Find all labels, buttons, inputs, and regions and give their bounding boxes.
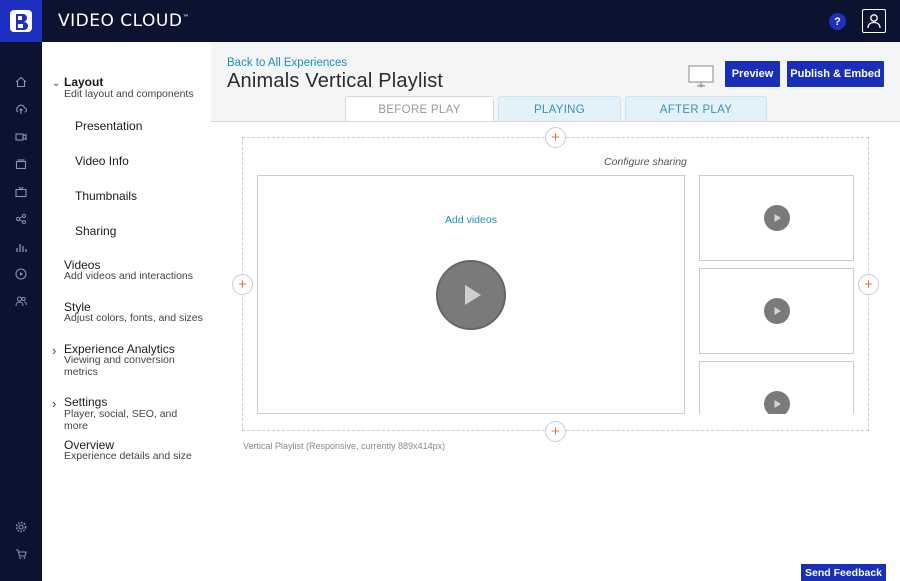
layout-size-caption: Vertical Playlist (Responsive, currently…: [243, 441, 446, 451]
nav-layout-description: Edit layout and components: [64, 88, 194, 100]
user-icon: [867, 14, 881, 29]
add-component-left-button[interactable]: +: [232, 274, 253, 295]
brightcove-logo[interactable]: [0, 0, 42, 42]
add-component-right-button[interactable]: +: [858, 274, 879, 295]
desktop-preview-icon[interactable]: [688, 65, 714, 89]
logo-icon: [10, 10, 32, 32]
help-button[interactable]: ?: [829, 13, 846, 30]
admin-gear-icon[interactable]: [14, 520, 28, 534]
playlist-thumbnail[interactable]: [699, 268, 854, 354]
nav-style-description: Adjust colors, fonts, and sizes: [64, 312, 203, 324]
playlist-thumbnail[interactable]: [699, 361, 854, 414]
social-icon[interactable]: [14, 212, 28, 226]
play-icon[interactable]: [436, 260, 506, 330]
nav-sharing[interactable]: Sharing: [75, 224, 116, 238]
send-feedback-button[interactable]: Send Feedback: [801, 564, 886, 581]
preview-button[interactable]: Preview: [725, 61, 780, 87]
nav-thumbnails[interactable]: Thumbnails: [75, 189, 137, 203]
add-component-bottom-button[interactable]: +: [545, 421, 566, 442]
tab-playing[interactable]: PLAYING: [498, 96, 621, 122]
nav-layout[interactable]: Layout: [64, 75, 103, 89]
tab-divider: [211, 121, 900, 122]
nav-overview-description: Experience details and size: [64, 450, 192, 462]
live-icon[interactable]: [14, 185, 28, 199]
chevron-down-icon: ⌄: [52, 78, 61, 89]
chevron-right-icon: ›: [52, 343, 57, 358]
module-rail: [0, 42, 42, 581]
nav-videos-description: Add videos and interactions: [64, 270, 193, 282]
nav-settings-description: Player, social, SEO, and more: [64, 408, 178, 432]
marketplace-cart-icon[interactable]: [14, 547, 28, 561]
nav-experience-analytics-description: Viewing and conversion metrics: [64, 354, 175, 378]
media-icon[interactable]: [14, 130, 28, 144]
tab-before-play[interactable]: BEFORE PLAY: [345, 96, 494, 122]
app-title: VIDEO CLOUD™: [58, 11, 190, 31]
back-to-experiences-link[interactable]: Back to All Experiences: [227, 57, 347, 69]
tab-after-play[interactable]: AFTER PLAY: [625, 96, 767, 122]
trademark-mark: ™: [182, 13, 190, 22]
configure-sharing-link[interactable]: Configure sharing: [604, 156, 687, 168]
user-account-button[interactable]: [862, 9, 886, 33]
players-icon[interactable]: [14, 267, 28, 281]
chevron-right-icon: ›: [52, 396, 57, 411]
page-title: Animals Vertical Playlist: [227, 70, 444, 92]
audience-icon[interactable]: [14, 294, 28, 308]
top-bar: VIDEO CLOUD™ ?: [0, 0, 900, 42]
home-icon[interactable]: [14, 75, 28, 89]
play-icon: [764, 205, 790, 231]
playlist-icon[interactable]: [14, 157, 28, 171]
play-icon: [764, 391, 790, 414]
upload-icon[interactable]: [14, 102, 28, 116]
analytics-icon[interactable]: [14, 240, 28, 254]
publish-embed-button[interactable]: Publish & Embed: [787, 61, 884, 87]
nav-video-info[interactable]: Video Info: [75, 154, 129, 168]
playlist-thumbnail[interactable]: [699, 175, 854, 261]
app-title-text: VIDEO CLOUD: [58, 11, 183, 31]
add-component-top-button[interactable]: +: [545, 127, 566, 148]
nav-presentation[interactable]: Presentation: [75, 119, 142, 133]
play-icon: [764, 298, 790, 324]
add-videos-link[interactable]: Add videos: [445, 214, 497, 226]
settings-panel: ⌄ Layout Edit layout and components Pres…: [42, 42, 211, 581]
nav-settings[interactable]: Settings: [64, 395, 107, 409]
